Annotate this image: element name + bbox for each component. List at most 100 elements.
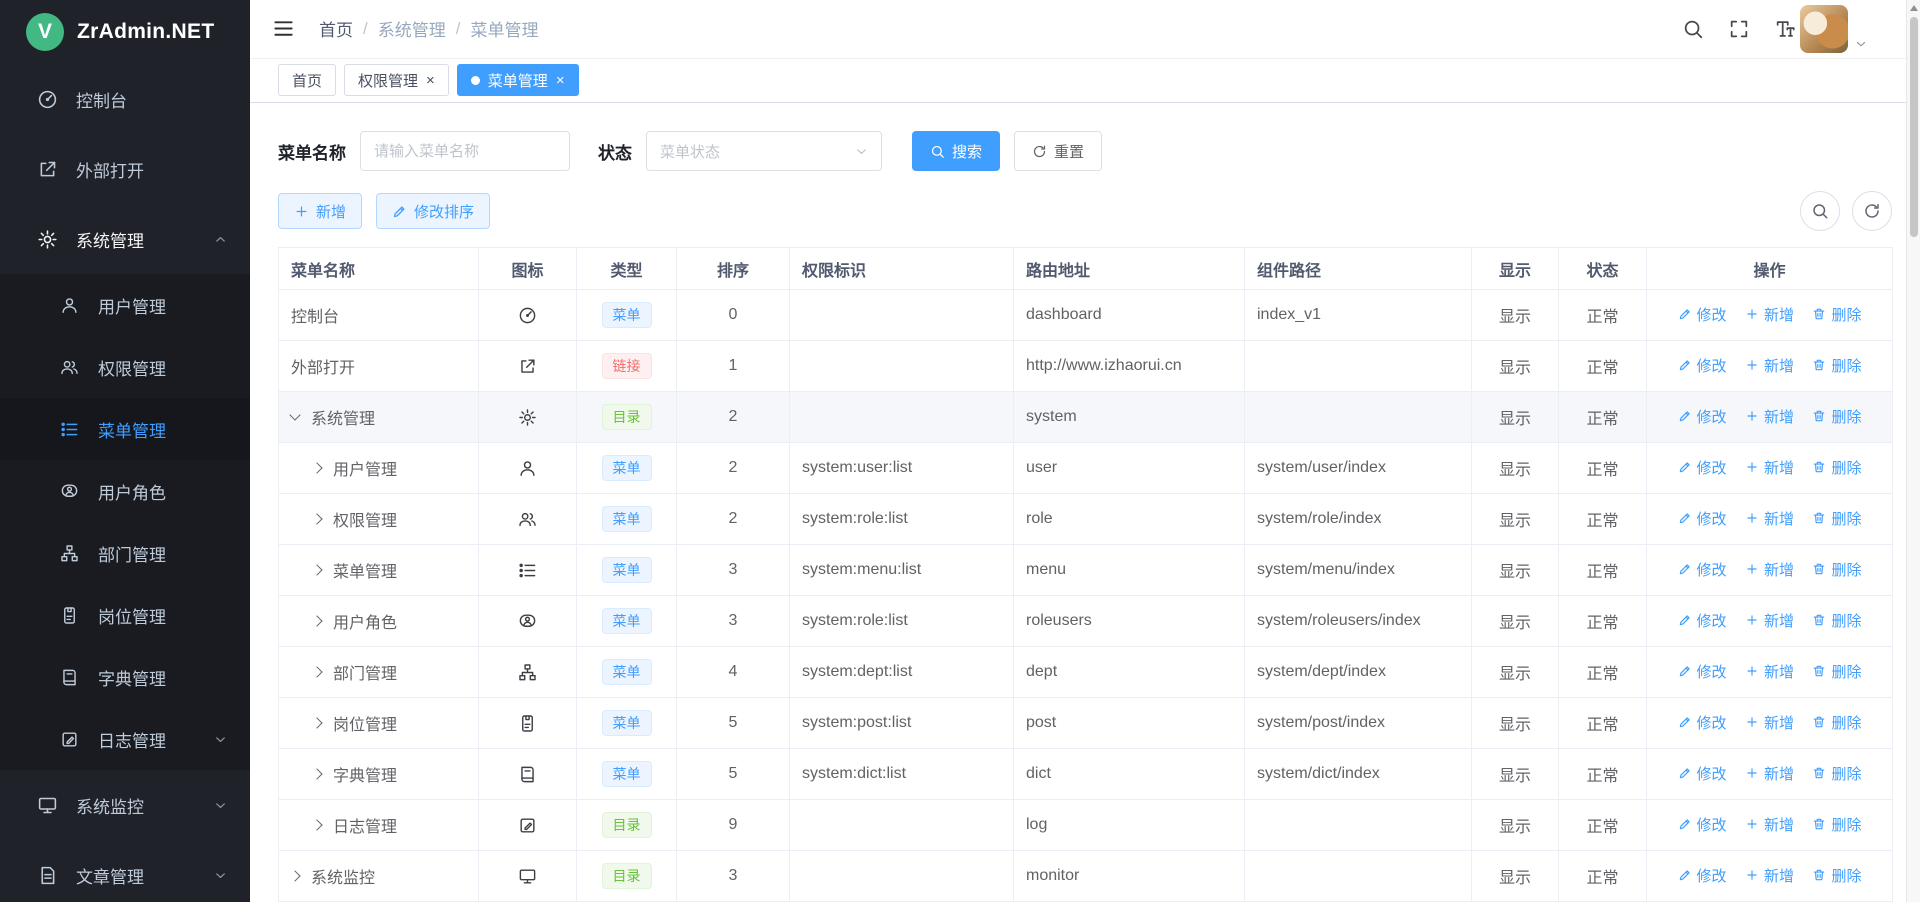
menu-name-input[interactable] <box>360 131 570 171</box>
edit-link[interactable]: 修改 <box>1678 457 1727 478</box>
add-link[interactable]: 新增 <box>1745 661 1794 682</box>
table-toolbar: 新增 修改排序 <box>278 191 1892 231</box>
sidebar-item[interactable]: 用户角色 <box>0 460 250 522</box>
reset-button[interactable]: 重置 <box>1014 131 1102 171</box>
sidebar-item[interactable]: 文章管理 <box>0 840 250 902</box>
tree-expand-toggle[interactable] <box>311 615 322 626</box>
delete-link[interactable]: 删除 <box>1812 661 1861 682</box>
status-select[interactable]: 菜单状态 <box>646 131 882 171</box>
tab[interactable]: 权限管理× <box>344 64 449 96</box>
type-tag: 目录 <box>602 812 652 838</box>
avatar[interactable] <box>1800 5 1848 53</box>
delete-link[interactable]: 删除 <box>1812 712 1861 733</box>
sidebar-item[interactable]: 菜单管理 <box>0 398 250 460</box>
menu-icon-cell <box>479 698 577 749</box>
sidebar-item[interactable]: 岗位管理 <box>0 584 250 646</box>
add-link[interactable]: 新增 <box>1745 865 1794 886</box>
actions-cell: 修改 新增 删除 <box>1647 392 1893 443</box>
add-link[interactable]: 新增 <box>1745 610 1794 631</box>
font-size-icon[interactable] <box>1774 18 1796 40</box>
add-link[interactable]: 新增 <box>1745 304 1794 325</box>
edit-link[interactable]: 修改 <box>1678 508 1727 529</box>
refresh-button[interactable] <box>1852 191 1892 231</box>
sidebar-item[interactable]: 控制台 <box>0 64 250 134</box>
delete-link[interactable]: 删除 <box>1812 763 1861 784</box>
menu-icon-cell <box>479 494 577 545</box>
add-button[interactable]: 新增 <box>278 193 362 229</box>
tree-collapse-toggle[interactable] <box>289 409 300 420</box>
scrollbar[interactable] <box>1906 0 1920 902</box>
tree-expand-toggle[interactable] <box>311 717 322 728</box>
delete-link[interactable]: 删除 <box>1812 304 1861 325</box>
delete-link[interactable]: 删除 <box>1812 508 1861 529</box>
sidebar-item[interactable]: 日志管理 <box>0 708 250 770</box>
breadcrumb-item[interactable]: 首页 <box>319 16 353 41</box>
tree-expand-toggle[interactable] <box>311 462 322 473</box>
add-link[interactable]: 新增 <box>1745 406 1794 427</box>
perms-cell <box>790 851 1014 902</box>
tab[interactable]: 首页 <box>278 64 336 96</box>
tree-expand-toggle[interactable] <box>311 768 322 779</box>
edit-sort-button[interactable]: 修改排序 <box>376 193 490 229</box>
delete-link[interactable]: 删除 <box>1812 406 1861 427</box>
tree-expand-toggle[interactable] <box>311 666 322 677</box>
scrollbar-thumb[interactable] <box>1910 17 1918 237</box>
edit-link[interactable]: 修改 <box>1678 559 1727 580</box>
tab[interactable]: 菜单管理× <box>457 64 579 96</box>
scrollbar-up-arrow[interactable] <box>1910 5 1918 11</box>
sidebar-item[interactable]: 部门管理 <box>0 522 250 584</box>
path-cell: role <box>1014 494 1245 545</box>
search-icon[interactable] <box>1682 18 1704 40</box>
breadcrumb-item[interactable]: 系统管理 <box>378 16 446 41</box>
edit-link[interactable]: 修改 <box>1678 304 1727 325</box>
delete-link[interactable]: 删除 <box>1812 355 1861 376</box>
close-icon[interactable]: × <box>426 73 435 88</box>
add-link[interactable]: 新增 <box>1745 763 1794 784</box>
col-status: 状态 <box>1559 248 1647 290</box>
edit-link[interactable]: 修改 <box>1678 865 1727 886</box>
status-cell: 正常 <box>1559 647 1647 698</box>
sidebar-item[interactable]: 权限管理 <box>0 336 250 398</box>
sidebar-item[interactable]: 外部打开 <box>0 134 250 204</box>
delete-link[interactable]: 删除 <box>1812 559 1861 580</box>
perms-cell: system:role:list <box>790 494 1014 545</box>
close-icon[interactable]: × <box>556 73 565 88</box>
edit-link[interactable]: 修改 <box>1678 661 1727 682</box>
component-cell: system/role/index <box>1245 494 1472 545</box>
edit-link[interactable]: 修改 <box>1678 355 1727 376</box>
delete-link[interactable]: 删除 <box>1812 865 1861 886</box>
app-logo[interactable]: V ZrAdmin.NET <box>0 0 250 64</box>
add-link[interactable]: 新增 <box>1745 712 1794 733</box>
gear-icon <box>518 408 537 427</box>
edit-link[interactable]: 修改 <box>1678 814 1727 835</box>
add-link[interactable]: 新增 <box>1745 508 1794 529</box>
tree-expand-toggle[interactable] <box>289 870 300 881</box>
tree-expand-toggle[interactable] <box>311 513 322 524</box>
sidebar-item[interactable]: 系统管理 <box>0 204 250 274</box>
delete-link[interactable]: 删除 <box>1812 610 1861 631</box>
edit-link[interactable]: 修改 <box>1678 610 1727 631</box>
sort-cell: 5 <box>677 698 790 749</box>
hamburger-icon[interactable] <box>272 17 295 40</box>
edit-link[interactable]: 修改 <box>1678 406 1727 427</box>
sidebar-item[interactable]: 字典管理 <box>0 646 250 708</box>
search-button[interactable]: 搜索 <box>912 131 1000 171</box>
delete-link[interactable]: 删除 <box>1812 814 1861 835</box>
edit-link[interactable]: 修改 <box>1678 763 1727 784</box>
toggle-search-button[interactable] <box>1800 191 1840 231</box>
add-link[interactable]: 新增 <box>1745 814 1794 835</box>
tree-expand-toggle[interactable] <box>311 819 322 830</box>
menu-icon-cell <box>479 749 577 800</box>
chevron-down-icon[interactable] <box>1854 37 1868 53</box>
table-row: 岗位管理 菜单 5 system:post:list post system/p… <box>279 698 1893 749</box>
tree-expand-toggle[interactable] <box>311 564 322 575</box>
fullscreen-icon[interactable] <box>1728 18 1750 40</box>
add-link[interactable]: 新增 <box>1745 457 1794 478</box>
delete-link[interactable]: 删除 <box>1812 457 1861 478</box>
search-icon <box>930 144 945 159</box>
edit-link[interactable]: 修改 <box>1678 712 1727 733</box>
add-link[interactable]: 新增 <box>1745 559 1794 580</box>
sidebar-item[interactable]: 系统监控 <box>0 770 250 840</box>
add-link[interactable]: 新增 <box>1745 355 1794 376</box>
sidebar-item[interactable]: 用户管理 <box>0 274 250 336</box>
